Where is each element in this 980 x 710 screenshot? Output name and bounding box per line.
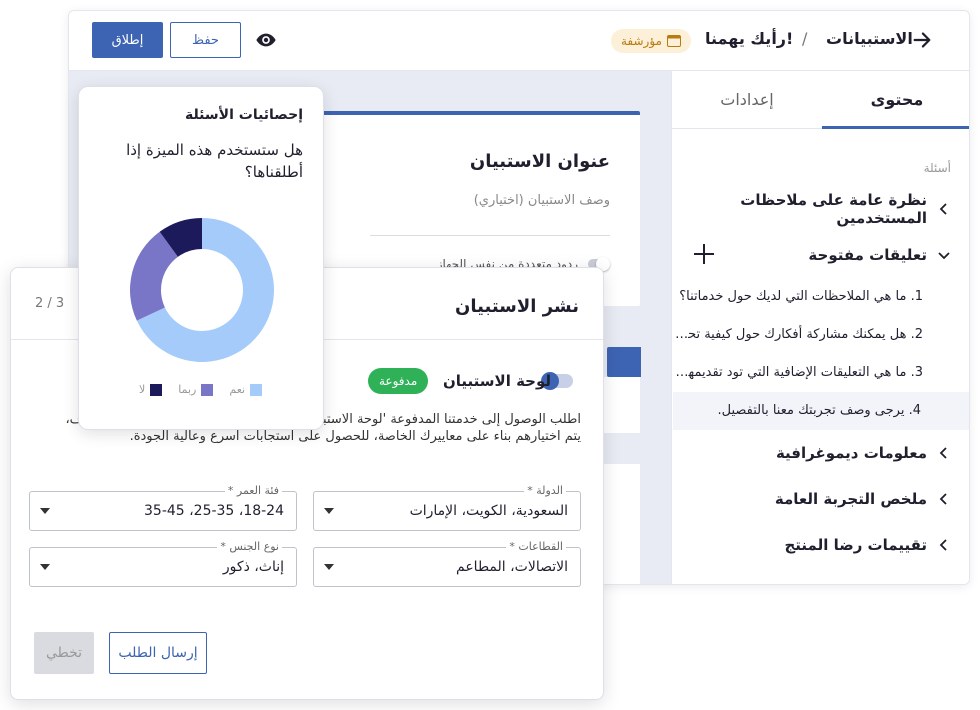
section-tab[interactable] (607, 347, 641, 377)
survey-name[interactable]: !رأيك يهمنا (705, 29, 793, 48)
sidebar-group-demographics[interactable]: معلومات ديموغرافية (681, 438, 951, 468)
sectors-value: الاتصالات، المطاعم (456, 559, 568, 575)
legend-label: ربما (178, 383, 197, 396)
gender-value: إناث، ذكور (222, 559, 284, 575)
sidebar-tabs: محتوى إعدادات (672, 71, 969, 129)
gender-select[interactable]: نوع الجنس * إناث، ذكور (29, 540, 297, 587)
country-label: الدولة * (524, 484, 566, 497)
stats-question: هل ستستخدم هذه الميزة إذا أطلقناها؟ (126, 141, 303, 181)
sidebar-group-label: معلومات ديموغرافية (775, 444, 927, 462)
sidebar-group-summary[interactable]: ملخص التجربة العامة (681, 484, 951, 514)
chevron-left-icon (939, 203, 947, 215)
chevron-left-icon (939, 447, 947, 459)
dropdown-arrow-icon (40, 564, 50, 570)
divider (370, 235, 610, 236)
send-request-button[interactable]: إرسال الطلب (109, 632, 207, 674)
sectors-label: القطاعات * (506, 540, 566, 553)
survey-panel-label: لوحة الاستبيان (443, 372, 552, 390)
dropdown-arrow-icon (40, 508, 50, 514)
window-icon (666, 35, 681, 47)
donut-chart (130, 218, 274, 362)
chart-legend: نعم ربما لا (139, 383, 263, 396)
question-item[interactable]: 3. ما هي التعليقات الإضافية التي تود تقد… (673, 354, 923, 392)
survey-title[interactable]: عنوان الاستبيان (470, 151, 610, 172)
launch-button[interactable]: إطلاق (92, 22, 163, 58)
question-item-active[interactable]: 4. يرجى وصف تجربتك معنا بالتفصيل. (673, 392, 969, 430)
legend-swatch (150, 383, 163, 396)
archived-badge: مؤرشفة (611, 29, 691, 53)
save-button[interactable]: حفظ (170, 22, 241, 58)
skip-button[interactable]: تخطي (34, 632, 94, 674)
sidebar-group-label: ملخص التجربة العامة (774, 490, 927, 508)
sidebar-group-open-comments[interactable]: تعليقات مفتوحة (681, 240, 951, 270)
arrow-right-icon[interactable] (911, 29, 933, 51)
legend-swatch (201, 383, 214, 396)
sidebar-group-label: تعليقات مفتوحة (808, 246, 927, 264)
publish-modal-title: نشر الاستبيان (455, 296, 579, 317)
age-label: فئة العمر * (224, 484, 282, 497)
chevron-left-icon (939, 493, 947, 505)
paid-badge: مدفوعة (368, 368, 429, 394)
questions-group-label: أسئلة (923, 161, 951, 175)
top-bar: إطلاق حفظ مؤرشفة !رأيك يهمنا / الاستبيان… (69, 11, 969, 71)
age-value: 18-24، 25-35، 35-45 (144, 503, 284, 519)
chevron-left-icon (939, 539, 947, 551)
country-select[interactable]: الدولة * السعودية، الكويت، الإمارات (313, 484, 581, 531)
sectors-select[interactable]: القطاعات * الاتصالات، المطاعم (313, 540, 581, 587)
question-item[interactable]: 1. ما هي الملاحظات التي لديك حول خدماتنا… (673, 278, 923, 316)
legend-item: نعم (229, 383, 263, 396)
legend-label: لا (139, 383, 146, 396)
dropdown-arrow-icon (324, 564, 334, 570)
sidebar: محتوى إعدادات أسئلة نظرة عامة على ملاحظا… (671, 71, 969, 584)
plus-icon[interactable] (692, 242, 716, 266)
dropdown-arrow-icon (324, 508, 334, 514)
sidebar-group-label: نظرة عامة على ملاحظات المستخدمين (740, 191, 927, 227)
question-item[interactable]: 2. هل يمكنك مشاركة أفكارك حول كيفية تحسي… (673, 316, 923, 354)
tab-content[interactable]: محتوى (822, 71, 969, 129)
legend-item: لا (139, 383, 163, 396)
gender-label: نوع الجنس * (217, 540, 282, 553)
country-value: السعودية، الكويت، الإمارات (409, 503, 568, 519)
question-stats-popup: إحصائيات الأسئلة هل ستستخدم هذه الميزة إ… (78, 86, 324, 430)
legend-swatch (250, 383, 263, 396)
breadcrumb-surveys[interactable]: الاستبيانات (826, 29, 913, 48)
chevron-down-icon (938, 252, 950, 260)
sidebar-group-overview[interactable]: نظرة عامة على ملاحظات المستخدمين (681, 191, 951, 227)
legend-item: ربما (178, 383, 214, 396)
age-select[interactable]: فئة العمر * 18-24، 25-35، 35-45 (29, 484, 297, 531)
step-indicator: 2 / 3 (35, 296, 65, 311)
legend-label: نعم (229, 383, 246, 396)
stats-title: إحصائيات الأسئلة (184, 107, 303, 123)
survey-description[interactable]: وصف الاستبيان (اختياري) (474, 193, 610, 208)
sidebar-group-satisfaction[interactable]: تقييمات رضا المنتج (681, 530, 951, 560)
breadcrumb-separator: / (802, 29, 808, 48)
eye-icon[interactable] (255, 29, 277, 51)
tab-settings[interactable]: إعدادات (672, 71, 822, 129)
archived-badge-label: مؤرشفة (621, 34, 662, 48)
sidebar-group-label: تقييمات رضا المنتج (784, 536, 927, 554)
